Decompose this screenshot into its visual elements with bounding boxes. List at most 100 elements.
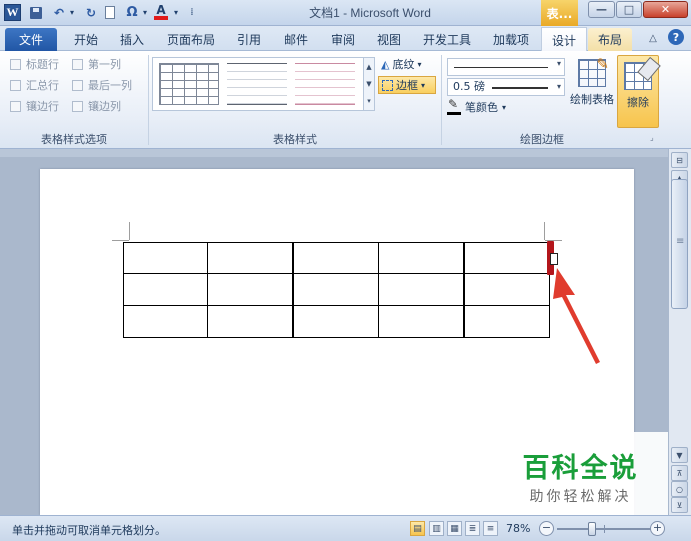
web-layout-icon[interactable]: ▦ bbox=[447, 521, 462, 536]
table-cell[interactable] bbox=[293, 305, 379, 338]
zoom-level[interactable]: 78% bbox=[506, 522, 530, 535]
ruler-toggle-icon[interactable]: ⊟ bbox=[671, 152, 688, 168]
symbol-dropdown-icon[interactable]: ▾ bbox=[141, 4, 149, 21]
table-cell[interactable] bbox=[464, 242, 550, 274]
checkbox-box[interactable] bbox=[72, 100, 83, 112]
table-cell[interactable] bbox=[123, 273, 208, 306]
tab-file[interactable]: 文件 bbox=[5, 28, 57, 51]
table-style-pink[interactable] bbox=[295, 63, 355, 105]
zoom-out-icon[interactable]: − bbox=[539, 521, 554, 536]
eraser-button[interactable]: 擦除 bbox=[617, 55, 659, 128]
new-document-icon[interactable] bbox=[104, 4, 116, 21]
gallery-scroll: ▲ ▼ ▾ bbox=[363, 57, 375, 111]
checkbox-box[interactable] bbox=[10, 58, 21, 70]
undo-icon[interactable]: ↶ bbox=[52, 4, 66, 21]
checkbox-box[interactable] bbox=[10, 100, 21, 112]
title-bar: W ↶ ▾ ↻ Ω ▾ A ▾ ⁞ 文档1 - Microsoft Word 表… bbox=[0, 0, 691, 26]
pen-color-button[interactable]: 笔颜色 ▾ bbox=[447, 97, 527, 116]
crop-mark bbox=[544, 222, 545, 240]
tab-view[interactable]: 视图 bbox=[369, 28, 409, 51]
font-color-dropdown-icon[interactable]: ▾ bbox=[172, 4, 180, 21]
table-cell[interactable] bbox=[378, 305, 464, 338]
tab-insert[interactable]: 插入 bbox=[112, 28, 152, 51]
word-app-icon[interactable]: W bbox=[4, 4, 21, 21]
checkbox-banded-rows[interactable]: 镶边行 bbox=[10, 98, 59, 114]
table-cell[interactable] bbox=[207, 273, 293, 306]
next-page-icon[interactable]: ⊻ bbox=[671, 497, 688, 513]
gallery-down-icon[interactable]: ▼ bbox=[366, 80, 371, 88]
table-cell[interactable] bbox=[123, 305, 208, 338]
collapse-ribbon-icon[interactable]: △ bbox=[645, 30, 661, 46]
checkbox-label: 最后一列 bbox=[88, 79, 132, 92]
table-cell[interactable] bbox=[464, 305, 550, 338]
checkbox-last-column[interactable]: 最后一列 bbox=[72, 77, 132, 93]
checkbox-first-column[interactable]: 第一列 bbox=[72, 56, 121, 72]
zoom-in-icon[interactable]: + bbox=[650, 521, 665, 536]
checkbox-header-row[interactable]: 标题行 bbox=[10, 56, 59, 72]
tab-table-design[interactable]: 设计 bbox=[541, 27, 587, 52]
tab-home[interactable]: 开始 bbox=[64, 28, 108, 51]
save-icon[interactable] bbox=[29, 4, 43, 21]
shading-label: 底纹 bbox=[392, 58, 415, 71]
table-cell[interactable] bbox=[123, 242, 208, 274]
draft-view-icon[interactable]: ≡ bbox=[483, 521, 498, 536]
watermark: 百科全说 助你轻松解决 bbox=[493, 432, 668, 515]
close-button[interactable]: ✕ bbox=[643, 1, 688, 18]
tab-developer[interactable]: 开发工具 bbox=[416, 28, 478, 51]
shading-button[interactable]: ◭ 底纹 ▾ bbox=[381, 55, 421, 73]
browse-object-icon[interactable]: ○ bbox=[671, 481, 688, 497]
table-cell[interactable] bbox=[293, 242, 379, 274]
checkbox-total-row[interactable]: 汇总行 bbox=[10, 77, 59, 93]
gallery-up-icon[interactable]: ▲ bbox=[366, 63, 371, 71]
table-cell[interactable] bbox=[378, 273, 464, 306]
borders-dropdown-icon: ▾ bbox=[421, 80, 426, 90]
watermark-title: 百科全说 bbox=[522, 453, 639, 484]
word-table[interactable] bbox=[123, 242, 550, 338]
scroll-thumb[interactable] bbox=[671, 179, 688, 309]
tab-page-layout[interactable]: 页面布局 bbox=[160, 28, 222, 51]
zoom-slider-thumb[interactable] bbox=[588, 522, 596, 536]
draw-table-button[interactable]: 绘制表格 bbox=[568, 55, 616, 113]
borders-button[interactable]: 边框 ▾ bbox=[378, 76, 436, 94]
line-style-dropdown[interactable]: ▾ bbox=[447, 58, 565, 76]
checkbox-box[interactable] bbox=[10, 79, 21, 91]
table-cell[interactable] bbox=[207, 305, 293, 338]
font-color-letter: A bbox=[156, 3, 166, 17]
checkbox-label: 汇总行 bbox=[26, 79, 59, 92]
table-cell[interactable] bbox=[464, 273, 550, 306]
print-layout-view-icon[interactable]: ▤ bbox=[410, 521, 425, 536]
eraser-label: 擦除 bbox=[627, 96, 649, 109]
full-screen-reading-icon[interactable]: ▥ bbox=[429, 521, 444, 536]
table-style-plain[interactable] bbox=[227, 63, 287, 105]
vertical-scrollbar[interactable]: ⊟ ▲ ▼ ⊼ ○ ⊻ bbox=[668, 149, 691, 515]
table-cell[interactable] bbox=[293, 273, 379, 306]
line-weight-dropdown[interactable]: 0.5 磅 ▾ bbox=[447, 78, 565, 96]
redo-icon[interactable]: ↻ bbox=[84, 4, 98, 21]
tab-mailings[interactable]: 邮件 bbox=[276, 28, 316, 51]
font-color-swatch bbox=[154, 16, 168, 20]
outline-view-icon[interactable]: ≣ bbox=[465, 521, 480, 536]
gallery-more-icon[interactable]: ▾ bbox=[367, 97, 371, 105]
maximize-button[interactable]: □ bbox=[616, 1, 642, 18]
scroll-down-icon[interactable]: ▼ bbox=[671, 447, 688, 463]
table-style-grid[interactable] bbox=[159, 63, 219, 105]
tab-add-ins[interactable]: 加载项 bbox=[486, 28, 536, 51]
checkbox-box[interactable] bbox=[72, 58, 83, 70]
zoom-slider-track[interactable] bbox=[557, 528, 653, 530]
tab-references[interactable]: 引用 bbox=[229, 28, 269, 51]
customize-toolbar-icon[interactable]: ⁞ bbox=[186, 4, 198, 21]
symbol-icon[interactable]: Ω bbox=[124, 4, 140, 21]
table-cell[interactable] bbox=[378, 242, 464, 274]
checkbox-banded-columns[interactable]: 镶边列 bbox=[72, 98, 121, 114]
table-cell[interactable] bbox=[207, 242, 293, 274]
tab-review[interactable]: 审阅 bbox=[323, 28, 363, 51]
font-color-icon[interactable]: A bbox=[153, 4, 169, 21]
checkbox-box[interactable] bbox=[72, 79, 83, 91]
undo-dropdown-icon[interactable]: ▾ bbox=[68, 4, 76, 21]
help-icon[interactable]: ? bbox=[668, 29, 684, 45]
group-label-draw-borders: 绘图边框 bbox=[520, 133, 564, 146]
minimize-button[interactable]: — bbox=[588, 1, 615, 18]
dialog-launcher-icon[interactable]: ⌟ bbox=[650, 133, 659, 142]
previous-page-icon[interactable]: ⊼ bbox=[671, 465, 688, 481]
tab-table-layout[interactable]: 布局 bbox=[588, 28, 632, 51]
